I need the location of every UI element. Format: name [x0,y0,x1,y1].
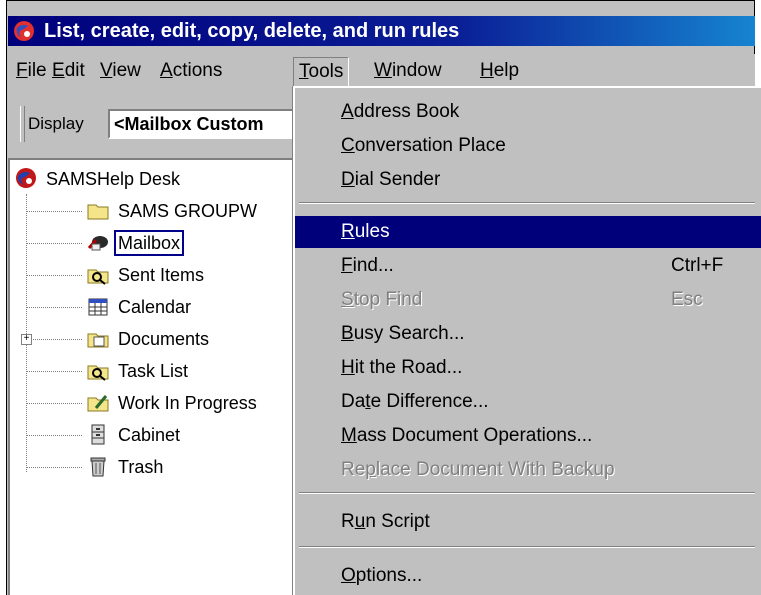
menu-item-label: Options... [341,565,423,586]
menu-item-shortcut: Esc [671,289,703,310]
globe-icon [16,168,36,188]
tree-item-label: Mailbox [114,230,185,256]
menu-item-conversation-place[interactable]: Conversation Place [295,130,761,162]
tree-item-task-list[interactable]: Task List [86,358,292,384]
tree-item-documents[interactable]: Documents [86,326,292,352]
menu-item-options[interactable]: Options... [295,560,761,592]
tree-item-work-in-progress[interactable]: Work In Progress [86,390,292,416]
display-select[interactable]: <Mailbox Custom [108,109,308,139]
menu-item-replace-document-with-backup: Replace Document With Backup [295,454,761,486]
tree-item-trash[interactable]: Trash [86,454,292,480]
menu-actions[interactable]: Actions [154,57,228,85]
tree-item-label: Documents [118,329,210,349]
title-bar: List, create, edit, copy, delete, and ru… [8,16,755,46]
menu-item-address-book[interactable]: Address Book [295,96,761,128]
toolbar-grip[interactable] [20,106,25,142]
tree-line [26,275,82,276]
tree-line [26,243,82,244]
menu-edit[interactable]: Edit [46,57,91,85]
tree-line [26,435,82,436]
menu-item-label: Hit the Road... [341,357,463,378]
tree-line [26,211,82,212]
menu-item-dial-sender[interactable]: Dial Sender [295,164,761,196]
menu-item-label: Replace Document With Backup [341,459,615,480]
display-label: Display [28,114,84,133]
tree-item-label: Sent Items [118,265,205,285]
tree-root-label: SAMSHelp Desk [46,169,181,189]
menu-item-label: Find... [341,255,394,276]
menu-item-label: Address Book [341,101,460,122]
menu-item-label: Rules [341,221,390,242]
menu-item-mass-document-operations[interactable]: Mass Document Operations... [295,420,761,452]
tree-item-label: Trash [118,457,164,477]
work-in-progress-icon [87,395,109,412]
tree-item-mailbox[interactable]: Mailbox [86,230,292,256]
menu-bar: File Edit View Actions Tools Window Help [8,54,755,88]
menu-separator [299,546,755,548]
menu-item-busy-search[interactable]: Busy Search... [295,318,761,350]
menu-item-date-difference[interactable]: Date Difference... [295,386,761,418]
menu-item-label: Dial Sender [341,169,441,190]
tree-item-label: Work In Progress [118,393,257,413]
menu-item-rules[interactable]: Rules [295,216,761,248]
menu-window[interactable]: Window [368,57,448,85]
tree-line [26,307,82,308]
tree-line [26,403,82,404]
tools-menu-dropdown: Address Book Conversation Place Dial Sende… [293,86,761,595]
task-list-icon [87,365,109,381]
tree-root[interactable]: SAMSHelp Desk [14,166,274,192]
trash-icon [90,457,106,477]
tree-item-calendar[interactable]: Calendar [86,294,292,320]
groupwise-app-icon [14,21,34,41]
folder-icon [87,204,109,220]
menu-item-hit-the-road[interactable]: Hit the Road... [295,352,761,384]
menu-item-label: Busy Search... [341,323,465,344]
tree-item-label: SAMS GROUPW [118,201,258,221]
window-title: List, create, edit, copy, delete, and ru… [44,20,460,42]
menu-help[interactable]: Help [474,57,525,85]
tree-item-sent-items[interactable]: Sent Items [86,262,292,288]
mailbox-icon [87,236,108,251]
tree-item-label: Task List [118,361,189,381]
menu-item-label: Run Script [341,511,430,532]
tree-item-label: Calendar [118,297,192,317]
sent-items-icon [87,269,109,285]
menu-item-shortcut: Ctrl+F [671,255,724,276]
documents-icon [87,333,109,348]
menu-separator [299,202,755,204]
tree-item-label: Cabinet [118,425,181,445]
calendar-icon [88,298,108,316]
menu-tools[interactable]: Tools [293,57,350,87]
tree-item-cabinet[interactable]: Cabinet [86,422,292,448]
tree-line [26,467,82,468]
menu-item-find[interactable]: Find... Ctrl+F [295,250,761,282]
menu-item-label: Date Difference... [341,391,489,412]
folder-tree: SAMSHelp Desk SAMS GROUPW Mailbox Sent Ite… [8,158,298,595]
menu-view[interactable]: View [94,57,147,85]
menu-item-label: Stop Find [341,289,423,310]
menu-item-label: Conversation Place [341,135,506,156]
menu-item-label: Mass Document Operations... [341,425,593,446]
menu-separator [299,492,755,494]
cabinet-icon [91,424,105,445]
menu-item-run-script[interactable]: Run Script [295,506,761,538]
expand-icon[interactable]: + [21,334,32,345]
tree-line [26,339,82,340]
tree-line [26,371,82,372]
menu-item-stop-find: Stop Find Esc [295,284,761,316]
tree-item-sams-groupw[interactable]: SAMS GROUPW [86,198,292,224]
